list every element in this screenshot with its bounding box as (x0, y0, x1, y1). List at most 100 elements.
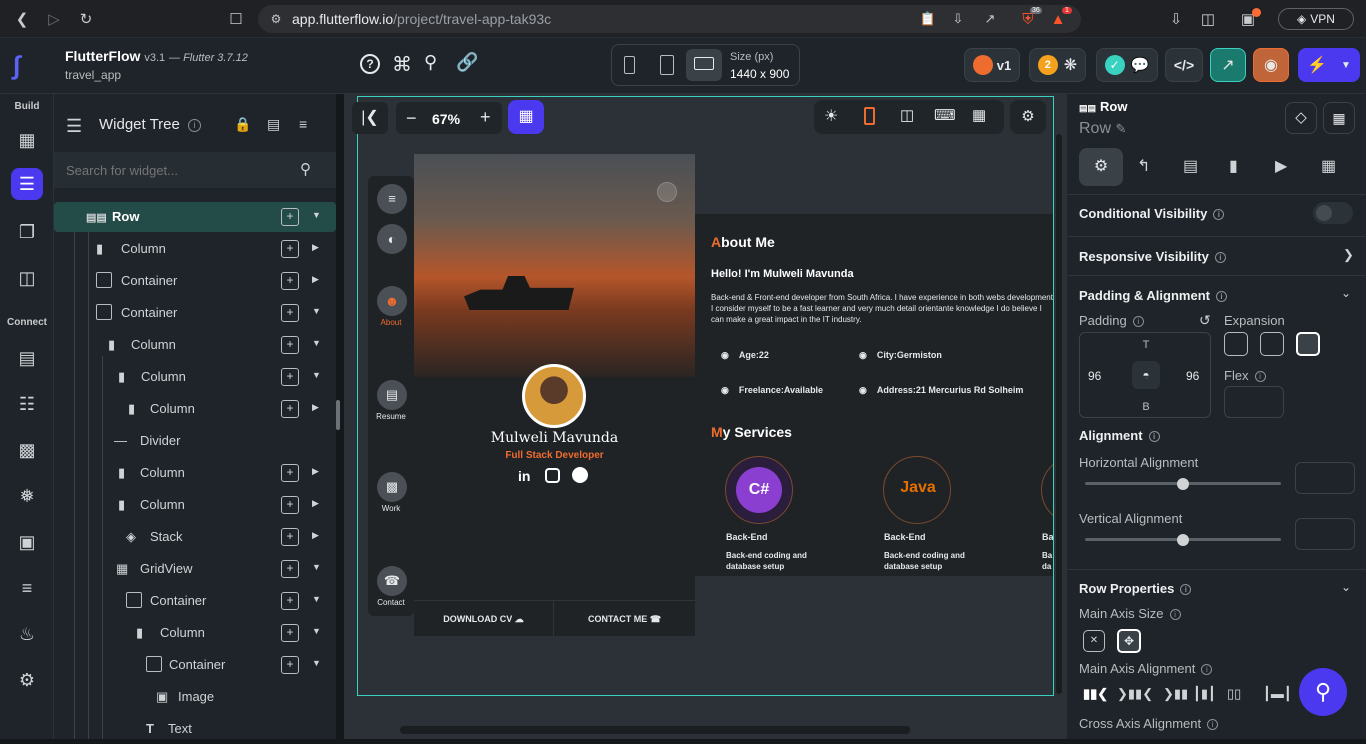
vertical-alignment-knob[interactable] (1177, 534, 1189, 546)
tree-item[interactable]: ▮ Column + ▼ (54, 618, 336, 648)
logs-icon[interactable]: ≡ (11, 572, 43, 604)
add-child-icon[interactable]: + (281, 624, 299, 642)
tree-item[interactable]: ▮ Column + ▶ (54, 234, 336, 264)
tab-layout[interactable]: ▮ (1229, 156, 1238, 176)
conditional-visibility-toggle[interactable] (1313, 202, 1353, 224)
add-child-icon[interactable]: + (281, 368, 299, 386)
link-icon[interactable]: 🔗 (456, 52, 478, 73)
chevron-down-icon[interactable]: ⌄ (1341, 580, 1351, 594)
nav-contact[interactable]: Contact (368, 598, 414, 607)
flutterflow-logo-icon[interactable]: ∫ (13, 51, 41, 79)
bookmark-icon[interactable]: ☐ (226, 9, 246, 29)
phone-icon[interactable]: ☎ (377, 566, 407, 596)
horizontal-alignment-knob[interactable] (1177, 478, 1189, 490)
info-icon[interactable]: i (1215, 291, 1227, 303)
space-between-icon[interactable]: ┃▮┃ (1193, 686, 1216, 702)
zoom-in-icon[interactable]: + (480, 107, 491, 128)
api-icon[interactable]: ☷ (11, 388, 43, 420)
align-end-icon[interactable]: ❯▮▮ (1163, 686, 1188, 702)
reset-icon[interactable]: ↺ (1199, 312, 1211, 329)
tree-view-button[interactable]: ⚙ (1010, 100, 1046, 134)
command-icon[interactable]: ⌘ (392, 52, 412, 77)
portrait-icon[interactable] (864, 107, 875, 125)
tree-item[interactable]: T Text (54, 714, 336, 744)
theme-icon[interactable]: ♨ (11, 618, 43, 650)
info-icon[interactable]: i (1180, 584, 1192, 596)
padding-bottom-input[interactable]: B (1080, 401, 1212, 413)
add-child-icon[interactable]: + (281, 464, 299, 482)
help-icon[interactable]: ? (360, 54, 380, 74)
info-icon[interactable]: i (1148, 431, 1160, 443)
menu-icon[interactable]: ≡ (377, 184, 407, 214)
nav-resume[interactable]: Resume (368, 412, 414, 421)
grid-icon[interactable]: ▦ (972, 106, 986, 124)
widget-name[interactable]: Row ✎ (1079, 120, 1126, 138)
info-icon[interactable]: i (1132, 316, 1144, 328)
expansion-tight-icon[interactable] (1260, 332, 1284, 356)
info-icon[interactable]: i (1214, 252, 1226, 264)
chevron-down-icon[interactable]: ▼ (312, 370, 321, 380)
add-child-icon[interactable]: + (281, 592, 299, 610)
tablet-icon[interactable] (660, 55, 674, 75)
widget-tree-icon[interactable]: ☰ (11, 168, 43, 200)
responsive-visibility-label[interactable]: Responsive Visibility i (1079, 249, 1226, 264)
axis-size-max-icon[interactable]: ✥ (1117, 629, 1141, 653)
phone-icon[interactable] (624, 56, 635, 74)
collapse-panel-button[interactable]: |❮ (352, 102, 388, 134)
edit-icon[interactable]: ✎ (1115, 121, 1126, 136)
chevron-down-icon[interactable]: ▼ (312, 306, 321, 316)
info-icon[interactable]: i (1254, 371, 1266, 383)
contact-me-button[interactable]: CONTACT ME ☎ (554, 600, 695, 636)
add-child-icon[interactable]: ▦ (1323, 102, 1355, 134)
vertical-alignment-input[interactable] (1295, 518, 1355, 550)
chevron-right-icon[interactable]: ▶ (312, 402, 319, 413)
address-bar[interactable]: ⚙ app.flutterflow.io/project/travel-app-… (258, 5, 1081, 33)
add-child-icon[interactable]: + (281, 304, 299, 322)
tree-item[interactable]: Container + ▶ (54, 266, 336, 296)
tab-generate[interactable]: ▦ (1321, 156, 1336, 176)
code-view-button[interactable]: </> (1165, 48, 1203, 82)
install-icon[interactable]: ⇩ (948, 9, 968, 29)
vpn-button[interactable]: ◈ VPN (1278, 8, 1354, 30)
add-child-icon[interactable]: + (281, 336, 299, 354)
expansion-expanded-icon[interactable] (1296, 332, 1320, 356)
chevron-down-icon[interactable]: ▼ (312, 562, 321, 572)
downloads-icon[interactable]: ⇩ (1166, 9, 1186, 29)
chevron-down-icon[interactable]: ▼ (312, 338, 321, 348)
tree-item[interactable]: ▮ Column + ▶ (54, 394, 336, 424)
tree-item[interactable]: Container + ▼ (54, 586, 336, 616)
diamond-icon[interactable]: ◇ (1285, 102, 1317, 134)
add-child-icon[interactable]: + (281, 656, 299, 674)
info-icon[interactable]: i (1213, 209, 1225, 221)
preview-button[interactable]: ◉ (1253, 48, 1289, 82)
issues-button[interactable]: 2 ❋ (1029, 48, 1086, 82)
download-cv-button[interactable]: DOWNLOAD CV ☁ (414, 600, 554, 636)
add-child-icon[interactable]: + (281, 400, 299, 418)
tree-item[interactable]: ▮ Column + ▼ (54, 362, 336, 392)
panel-resize-handle[interactable] (336, 400, 340, 430)
tree-item[interactable]: Container + ▼ (54, 650, 336, 680)
padding-right-input[interactable]: 96 (1186, 369, 1199, 383)
axis-size-min-icon[interactable]: ✕ (1083, 630, 1105, 652)
chevron-down-icon[interactable]: ▼ (312, 594, 321, 604)
database-icon[interactable]: ▤ (11, 342, 43, 374)
integrations-icon[interactable]: ❅ (11, 480, 43, 512)
chevron-down-icon[interactable]: ▼ (312, 658, 321, 668)
about-icon[interactable]: ☻ (377, 286, 407, 316)
reload-icon[interactable]: ↻ (76, 9, 96, 29)
tree-item[interactable]: ▮ Column + ▼ (54, 330, 336, 360)
tree-item[interactable]: ▦ GridView + ▼ (54, 554, 336, 584)
storage-icon[interactable]: ▩ (11, 434, 43, 466)
chevron-right-icon[interactable]: ❯ (1343, 247, 1354, 263)
chevron-down-icon[interactable]: ▼ (312, 210, 321, 220)
tree-item[interactable]: — Divider (54, 426, 336, 456)
chevron-down-icon[interactable]: ⌄ (1341, 286, 1351, 300)
tab-animations[interactable]: ▶ (1275, 156, 1287, 176)
horizontal-scrollbar[interactable] (400, 726, 910, 734)
open-external-button[interactable]: ↗ (1210, 48, 1246, 82)
keyboard-icon[interactable]: ⌨ (934, 106, 956, 124)
padding-top-input[interactable]: T (1080, 339, 1212, 351)
nav-work[interactable]: Work (368, 504, 414, 513)
share-icon[interactable]: ↗ (980, 9, 1000, 29)
align-start-icon[interactable]: ▮▮❮ (1083, 686, 1108, 702)
